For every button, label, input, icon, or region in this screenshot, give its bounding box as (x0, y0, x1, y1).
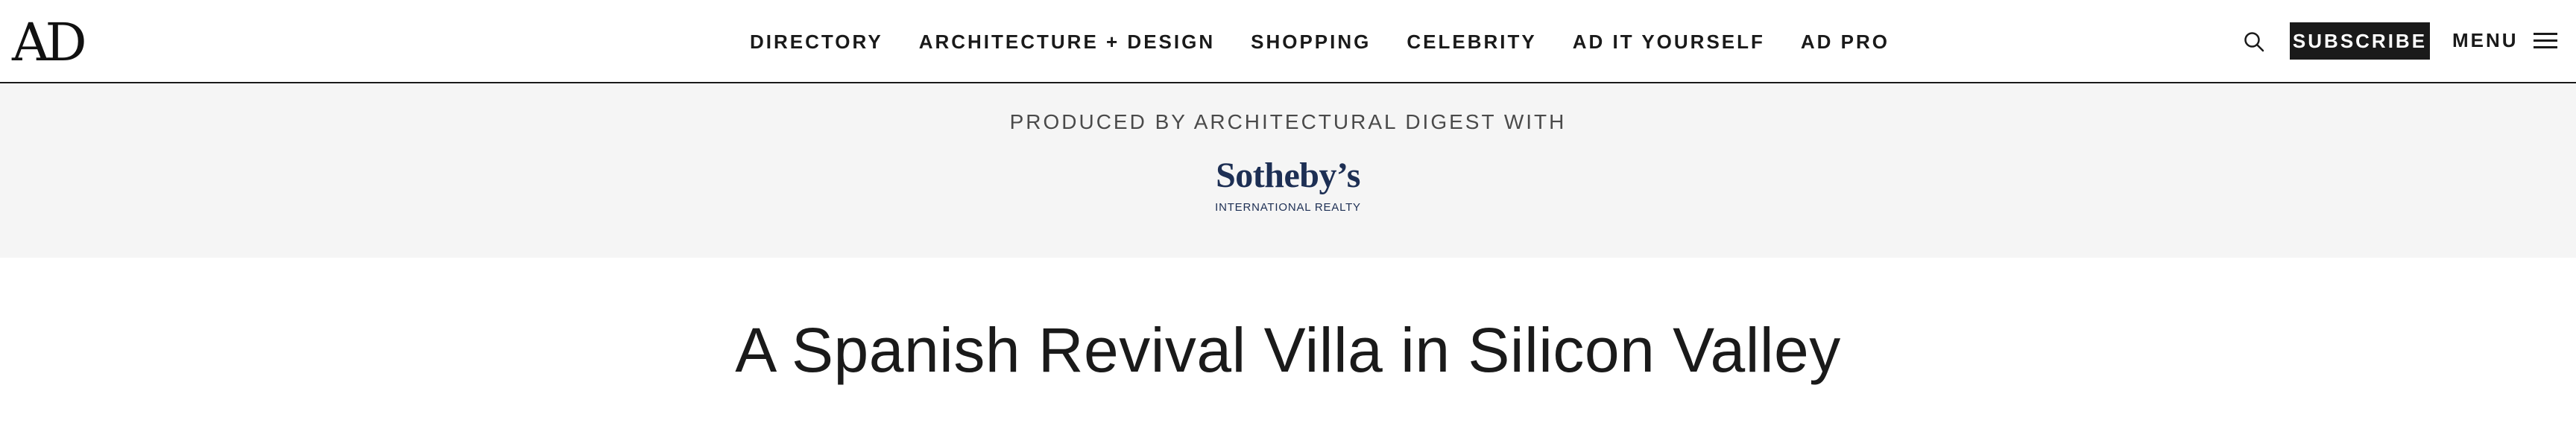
article-headline: A Spanish Revival Villa in Silicon Valle… (735, 315, 1841, 385)
site-header: AD DIRECTORY ARCHITECTURE + DESIGN SHOPP… (0, 0, 2576, 83)
nav-item-ad-it-yourself[interactable]: AD IT YOURSELF (1573, 27, 1765, 57)
sothebys-logo[interactable]: Sotheby’s INTERNATIONAL REALTY (1213, 156, 1363, 225)
nav-item-architecture-design[interactable]: ARCHITECTURE + DESIGN (919, 27, 1215, 57)
main-nav: DIRECTORY ARCHITECTURE + DESIGN SHOPPING… (750, 27, 1890, 57)
nav-item-ad-pro[interactable]: AD PRO (1801, 27, 1890, 57)
search-icon (2244, 32, 2264, 52)
ad-logo[interactable]: AD (12, 16, 87, 69)
hamburger-icon (2533, 31, 2557, 49)
menu-button[interactable]: MENU (2452, 24, 2557, 57)
subscribe-button[interactable]: SUBSCRIBE (2290, 22, 2430, 60)
nav-item-directory[interactable]: DIRECTORY (750, 27, 883, 57)
sponsor-brand-sub: INTERNATIONAL REALTY (1215, 201, 1361, 214)
sponsor-band: PRODUCED BY ARCHITECTURAL DIGEST WITH So… (0, 85, 2576, 258)
page: AD DIRECTORY ARCHITECTURE + DESIGN SHOPP… (0, 0, 2576, 426)
search-button[interactable] (2239, 27, 2269, 57)
sponsor-brand: Sotheby’s (1216, 156, 1360, 195)
sponsor-label: PRODUCED BY ARCHITECTURAL DIGEST WITH (1009, 110, 1567, 133)
menu-label: MENU (2452, 28, 2519, 51)
nav-item-shopping[interactable]: SHOPPING (1251, 27, 1371, 57)
nav-item-celebrity[interactable]: CELEBRITY (1407, 27, 1536, 57)
